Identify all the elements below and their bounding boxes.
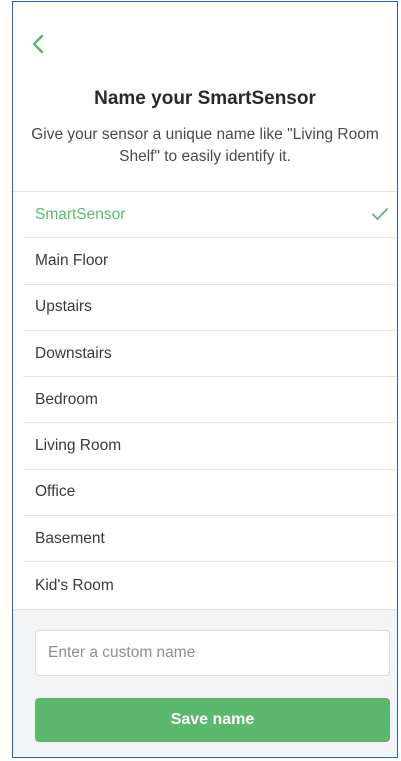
name-option-living-room[interactable]: Living Room: [23, 423, 397, 470]
name-option-bedroom[interactable]: Bedroom: [23, 377, 397, 424]
name-option-smartsensor[interactable]: SmartSensor: [23, 192, 397, 239]
name-option-label: Office: [35, 483, 76, 501]
name-option-office[interactable]: Office: [23, 470, 397, 517]
name-option-upstairs[interactable]: Upstairs: [23, 285, 397, 331]
name-option-label: Main Floor: [35, 251, 109, 269]
checkmark-icon: [372, 208, 388, 220]
page-title: Name your SmartSensor: [94, 88, 316, 109]
name-options-list: SmartSensor Main Floor Upstairs Downstai…: [13, 191, 397, 609]
save-name-button[interactable]: Save name: [35, 698, 390, 742]
name-option-basement[interactable]: Basement: [23, 516, 397, 563]
name-option-label: Kid's Room: [35, 576, 114, 594]
custom-name-panel: Save name: [13, 609, 397, 757]
name-option-label: Downstairs: [35, 344, 112, 362]
name-option-label: Living Room: [35, 437, 122, 455]
name-option-label: Upstairs: [35, 298, 92, 316]
name-option-downstairs[interactable]: Downstairs: [23, 331, 397, 378]
page-subtitle: Give your sensor a unique name like "Liv…: [31, 126, 379, 165]
custom-name-input[interactable]: [35, 630, 390, 676]
name-option-kids-room[interactable]: Kid's Room: [23, 562, 397, 608]
name-option-label: Bedroom: [35, 390, 98, 408]
name-option-main-floor[interactable]: Main Floor: [23, 238, 397, 285]
name-option-label: SmartSensor: [35, 205, 126, 223]
screen-frame: Name your SmartSensor Give your sensor a…: [12, 1, 398, 758]
name-option-label: Basement: [35, 529, 105, 547]
back-button[interactable]: [29, 32, 49, 56]
chevron-left-icon: [32, 34, 44, 54]
